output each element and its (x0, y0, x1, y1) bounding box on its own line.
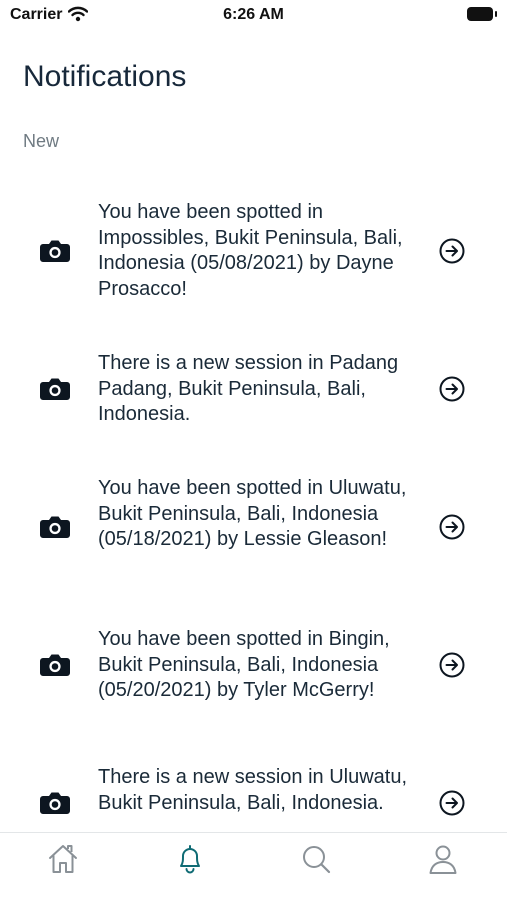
notification-text: There is a new session in Uluwatu, Bukit… (98, 766, 408, 814)
notification-list[interactable]: You have been spotted in Impossibles, Bu… (0, 186, 507, 832)
arrow-right-circle-icon[interactable] (439, 238, 465, 264)
arrow-right-circle-icon[interactable] (439, 790, 465, 816)
arrow-right-circle-icon[interactable] (439, 376, 465, 402)
notification-text: You have been spotted in Uluwatu, Bukit … (98, 477, 407, 550)
notification-item[interactable]: There is a new session in Uluwatu, Bukit… (0, 738, 507, 832)
notification-item[interactable]: There is a new session in Padang Padang,… (0, 324, 507, 462)
notification-text: You have been spotted in Bingin, Bukit P… (98, 628, 390, 701)
notification-item[interactable]: You have been spotted in Uluwatu, Bukit … (0, 462, 507, 600)
clock: 6:26 AM (223, 6, 284, 23)
arrow-right-circle-icon[interactable] (439, 514, 465, 540)
camera-icon (40, 654, 70, 676)
notification-text: You have been spotted in Impossibles, Bu… (98, 201, 403, 300)
arrow-right-circle-icon[interactable] (439, 652, 465, 678)
battery-icon (467, 7, 497, 21)
page-title: Notifications (23, 60, 187, 93)
status-bar: Carrier 6:26 AM (0, 0, 507, 32)
search-icon[interactable] (298, 841, 334, 877)
camera-icon (40, 240, 70, 262)
camera-icon (40, 792, 70, 814)
bell-icon[interactable] (172, 841, 208, 877)
home-icon[interactable] (45, 841, 81, 877)
notification-item[interactable]: You have been spotted in Impossibles, Bu… (0, 186, 507, 324)
camera-icon (40, 378, 70, 400)
notification-item[interactable]: You have been spotted in Bingin, Bukit P… (0, 600, 507, 738)
profile-icon[interactable] (425, 841, 461, 877)
section-label-new: New (23, 131, 60, 151)
notification-text: There is a new session in Padang Padang,… (98, 352, 399, 425)
tab-bar (0, 832, 507, 901)
camera-icon (40, 516, 70, 538)
